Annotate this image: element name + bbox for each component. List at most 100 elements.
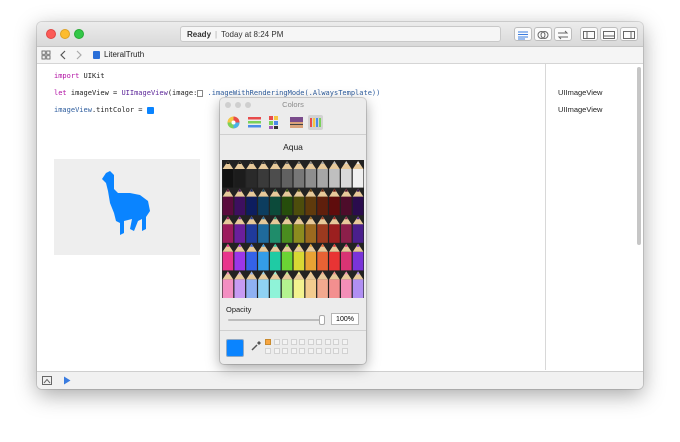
crayon-pencil[interactable] xyxy=(329,251,340,271)
crayon-pencil[interactable] xyxy=(234,224,246,243)
crayon-pencil[interactable] xyxy=(269,279,281,298)
pencils-grid[interactable] xyxy=(222,160,364,298)
opacity-value-field[interactable]: 100% xyxy=(331,313,359,325)
crayon-pencil[interactable] xyxy=(222,169,234,188)
crayon-pencil[interactable] xyxy=(293,224,305,243)
crayon-pencil[interactable] xyxy=(281,251,293,271)
zoom-window-button[interactable] xyxy=(74,29,84,39)
crayon-pencil[interactable] xyxy=(234,169,246,188)
favorite-swatch-cell[interactable] xyxy=(282,348,288,354)
crayon-pencil[interactable] xyxy=(222,279,234,298)
crayon-pencil[interactable] xyxy=(246,196,257,216)
crayon-pencil[interactable] xyxy=(305,279,317,298)
opacity-slider-knob[interactable] xyxy=(319,315,325,325)
favorite-swatch-cell[interactable] xyxy=(290,348,297,354)
crayon-pencil[interactable] xyxy=(317,224,328,243)
favorite-swatch-cell[interactable] xyxy=(333,339,339,345)
favorite-swatch-cell[interactable] xyxy=(290,339,297,345)
favorite-swatch-cell[interactable] xyxy=(307,348,314,354)
crayon-pencil[interactable] xyxy=(305,224,317,243)
crayon-pencil[interactable] xyxy=(352,279,364,298)
favorite-swatch-cell[interactable] xyxy=(324,339,331,345)
result-value[interactable]: UIImageView xyxy=(558,88,602,97)
crayon-pencil[interactable] xyxy=(352,224,364,243)
opacity-slider-track[interactable] xyxy=(228,319,324,321)
favorite-swatch-cell[interactable] xyxy=(333,348,339,354)
crayon-pencil[interactable] xyxy=(258,251,269,271)
toggle-navigator-button[interactable] xyxy=(580,27,598,41)
crayon-pencil[interactable] xyxy=(269,169,281,188)
crayon-pencil[interactable] xyxy=(234,196,246,216)
current-color-well[interactable] xyxy=(226,339,244,357)
favorite-swatch-cell[interactable] xyxy=(299,348,305,354)
favorite-swatch-cell[interactable] xyxy=(265,348,271,354)
crayon-pencil[interactable] xyxy=(340,251,352,271)
crayon-pencil[interactable] xyxy=(258,196,269,216)
favorite-swatch-cell[interactable] xyxy=(316,339,322,345)
crayon-pencil[interactable] xyxy=(293,196,305,216)
crayon-pencil[interactable] xyxy=(352,196,364,216)
favorite-swatch-cell[interactable] xyxy=(324,348,331,354)
crayon-pencil[interactable] xyxy=(340,224,352,243)
favorite-swatch-cell[interactable] xyxy=(341,348,348,354)
close-window-button[interactable] xyxy=(46,29,56,39)
crayon-pencil[interactable] xyxy=(246,169,257,188)
crayon-pencil[interactable] xyxy=(340,196,352,216)
crayon-pencil[interactable] xyxy=(281,196,293,216)
jump-bar-file-name[interactable]: LiteralTruth xyxy=(104,47,144,63)
crayon-pencil[interactable] xyxy=(317,196,328,216)
crayon-pencil[interactable] xyxy=(352,169,364,188)
crayon-pencil[interactable] xyxy=(222,196,234,216)
crayon-pencil[interactable] xyxy=(258,169,269,188)
crayon-pencil[interactable] xyxy=(329,279,340,298)
standard-editor-button[interactable] xyxy=(514,27,532,41)
crayon-pencil[interactable] xyxy=(281,224,293,243)
crayon-pencil[interactable] xyxy=(340,169,352,188)
crayon-pencil[interactable] xyxy=(246,279,257,298)
crayons-tab-icon[interactable] xyxy=(308,115,323,130)
color-literal-swatch[interactable] xyxy=(146,106,154,114)
favorite-swatch-cell[interactable] xyxy=(265,339,271,345)
favorite-swatch-cell[interactable] xyxy=(273,348,280,354)
forward-chevron-icon[interactable] xyxy=(75,50,83,60)
crayon-pencil[interactable] xyxy=(234,279,246,298)
related-items-grid-icon[interactable] xyxy=(41,50,51,60)
crayon-pencil[interactable] xyxy=(246,251,257,271)
result-value[interactable]: UIImageView xyxy=(558,105,602,114)
crayon-pencil[interactable] xyxy=(293,279,305,298)
crayon-pencil[interactable] xyxy=(329,169,340,188)
eyedropper-icon[interactable] xyxy=(250,340,262,352)
image-palettes-tab-icon[interactable] xyxy=(289,115,304,130)
crayon-pencil[interactable] xyxy=(305,169,317,188)
color-sliders-tab-icon[interactable] xyxy=(247,115,262,130)
color-palettes-tab-icon[interactable] xyxy=(268,115,283,130)
crayon-pencil[interactable] xyxy=(340,279,352,298)
crayon-pencil[interactable] xyxy=(281,169,293,188)
crayon-pencil[interactable] xyxy=(269,224,281,243)
crayon-pencil[interactable] xyxy=(305,251,317,271)
crayon-pencil[interactable] xyxy=(258,224,269,243)
crayon-pencil[interactable] xyxy=(317,169,328,188)
favorite-swatch-cell[interactable] xyxy=(341,339,348,345)
crayon-pencil[interactable] xyxy=(222,251,234,271)
crayon-pencil[interactable] xyxy=(246,224,257,243)
crayon-pencil[interactable] xyxy=(281,279,293,298)
crayon-pencil[interactable] xyxy=(269,251,281,271)
favorite-swatch-cell[interactable] xyxy=(316,348,322,354)
crayon-pencil[interactable] xyxy=(293,251,305,271)
toggle-utilities-button[interactable] xyxy=(620,27,638,41)
crayon-pencil[interactable] xyxy=(305,196,317,216)
toggle-debug-area-button[interactable] xyxy=(600,27,618,41)
crayon-pencil[interactable] xyxy=(329,224,340,243)
assistant-editor-button[interactable] xyxy=(534,27,552,41)
crayon-pencil[interactable] xyxy=(222,224,234,243)
favorite-swatch-cell[interactable] xyxy=(282,339,288,345)
crayon-pencil[interactable] xyxy=(234,251,246,271)
favorite-swatch-cell[interactable] xyxy=(273,339,280,345)
run-playground-icon[interactable] xyxy=(63,376,71,385)
crayon-pencil[interactable] xyxy=(329,196,340,216)
crayon-pencil[interactable] xyxy=(258,279,269,298)
favorite-swatch-cell[interactable] xyxy=(307,339,314,345)
crayon-pencil[interactable] xyxy=(293,169,305,188)
back-chevron-icon[interactable] xyxy=(59,50,67,60)
